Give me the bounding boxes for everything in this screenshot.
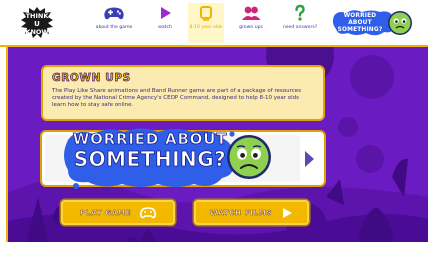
nav-label-watch: watch [158, 25, 172, 30]
logo-line-think: THINK [25, 12, 49, 20]
nav-item-8-10-year-olds[interactable]: 8-10 year olds [188, 3, 224, 43]
nav-item-need-answers[interactable]: need answers? [280, 3, 320, 43]
left-border [0, 47, 8, 258]
play-icon [161, 7, 171, 19]
worried-line-2: SOMETHING? [73, 147, 227, 171]
nav-item-about-the-game[interactable]: about the game [94, 3, 134, 43]
logo-line-u: U [34, 20, 40, 28]
worried-about-something-badge[interactable]: WORRIED ABOUT SOMETHING? [332, 8, 414, 38]
worried-line-1: WORRIED ABOUT [72, 130, 228, 148]
nav-item-grown-ups[interactable]: grown ups [234, 3, 268, 43]
watch-films-button[interactable]: WATCH FILMS [194, 200, 309, 225]
page-footer-strip [0, 242, 428, 258]
question-icon [295, 4, 305, 21]
left-border-stripe [6, 47, 8, 258]
people-icon [242, 6, 261, 20]
play-game-label: PLAY GAME [79, 208, 132, 218]
logo-text: THINK U KNOW [20, 12, 54, 36]
square-icon [200, 6, 212, 21]
worried-headline[interactable]: WORRIED ABOUT SOMETHING? [70, 130, 230, 171]
logo-line-know: KNOW [25, 28, 49, 36]
nav-label-8-10-year-olds: 8-10 year olds [189, 25, 223, 30]
nav-label-need-answers: need answers? [282, 25, 318, 30]
nav-item-watch[interactable]: watch [150, 3, 180, 43]
nav-label-about-the-game: about the game [95, 25, 133, 30]
carousel-next-arrow-icon[interactable] [305, 151, 314, 167]
badge-text: WORRIED ABOUT SOMETHING? [337, 13, 383, 33]
grown-ups-info-card: GROWN UPS The Play Like Share animations… [41, 65, 325, 121]
play-game-button[interactable]: PLAY GAME [61, 200, 175, 225]
worried-face-icon [227, 135, 271, 179]
gamepad-icon [140, 206, 157, 218]
watch-films-label: WATCH FILMS [209, 208, 273, 218]
nav-label-grown-ups: grown ups [239, 25, 263, 30]
info-card-body: The Play Like Share animations and Band … [52, 88, 302, 108]
info-card-title: GROWN UPS [52, 72, 131, 85]
thinkuknow-logo[interactable]: THINK U KNOW [20, 6, 54, 40]
top-navigation: THINK U KNOW about the game watch 8-10 y… [0, 0, 428, 47]
gamepad-icon [104, 7, 124, 20]
play-icon [283, 207, 293, 218]
